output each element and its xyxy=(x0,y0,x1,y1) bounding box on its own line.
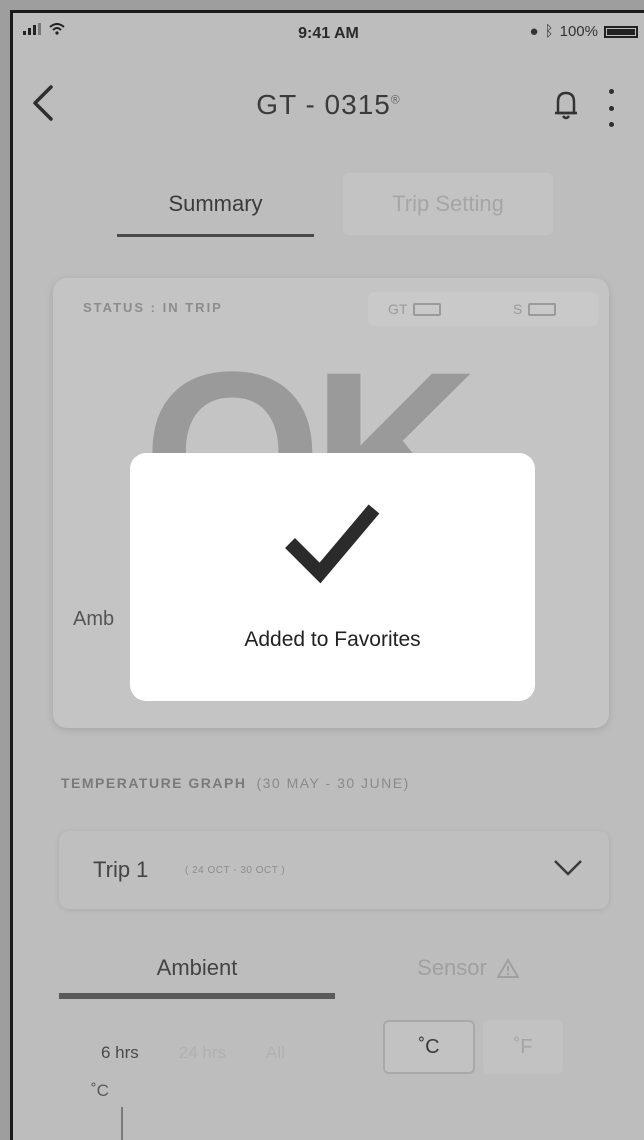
trip-dates: ( 24 OCT - 30 OCT ) xyxy=(185,865,286,876)
status-right: ● ᛒ 100% xyxy=(530,23,638,40)
page-title: GT - 0315® xyxy=(13,89,644,121)
graph-range: (30 MAY - 30 JUNE) xyxy=(256,775,410,791)
gt-label: GT xyxy=(388,301,408,317)
warning-icon xyxy=(496,958,519,978)
s-label: S xyxy=(513,301,523,317)
battery-icon xyxy=(604,25,638,38)
unit-celsius-button[interactable]: ˚C xyxy=(383,1020,475,1074)
toast-message: Added to Favorites xyxy=(244,628,421,651)
ambient-label: Amb xyxy=(73,608,115,630)
bluetooth-icon: ᛒ xyxy=(544,23,554,40)
battery-percent: 100% xyxy=(559,23,598,40)
graph-title: TEMPERATURE GRAPH xyxy=(61,775,247,791)
s-battery-icon xyxy=(528,302,557,316)
location-icon: ● xyxy=(529,23,539,40)
trip-dropdown[interactable]: Trip 1 ( 24 OCT - 30 OCT ) xyxy=(59,831,609,909)
range-all[interactable]: All xyxy=(266,1043,285,1063)
title-mark: ® xyxy=(390,92,401,107)
temperature-graph-heading: TEMPERATURE GRAPH (30 MAY - 30 JUNE) xyxy=(61,775,410,791)
more-options-icon[interactable] xyxy=(607,89,615,127)
tab-ambient[interactable]: Ambient xyxy=(59,933,335,1003)
range-6hrs[interactable]: 6 hrs xyxy=(101,1043,139,1063)
bell-icon[interactable] xyxy=(553,89,579,121)
tab-sensor[interactable]: Sensor xyxy=(368,933,568,1003)
device-id: GT - 0315 xyxy=(256,89,391,120)
app-screen: 9:41 AM ● ᛒ 100% GT - 0315® Summary Trip… xyxy=(10,10,644,1140)
status-bar: 9:41 AM ● ᛒ 100% xyxy=(13,13,644,53)
y-axis-unit: ˚C xyxy=(91,1081,109,1100)
y-axis-line xyxy=(121,1107,123,1140)
gt-battery: GT xyxy=(388,301,442,317)
tab-summary[interactable]: Summary xyxy=(113,173,318,237)
sensor-label: Sensor xyxy=(417,955,487,980)
trip-status: STATUS : IN TRIP xyxy=(83,300,223,315)
favorites-toast: Added to Favorites xyxy=(130,453,535,701)
checkmark-icon xyxy=(285,504,380,584)
chevron-down-icon xyxy=(554,860,582,876)
range-24hrs[interactable]: 24 hrs xyxy=(179,1043,226,1063)
gt-battery-icon xyxy=(413,302,442,316)
tab-trip-setting[interactable]: Trip Setting xyxy=(343,173,553,235)
battery-chips: GT S xyxy=(368,292,598,326)
time-range-selector: 6 hrs 24 hrs All xyxy=(101,1043,285,1063)
trip-name: Trip 1 xyxy=(93,857,149,882)
sensor-battery: S xyxy=(513,301,557,317)
unit-fahrenheit-button[interactable]: ˚F xyxy=(483,1020,563,1074)
